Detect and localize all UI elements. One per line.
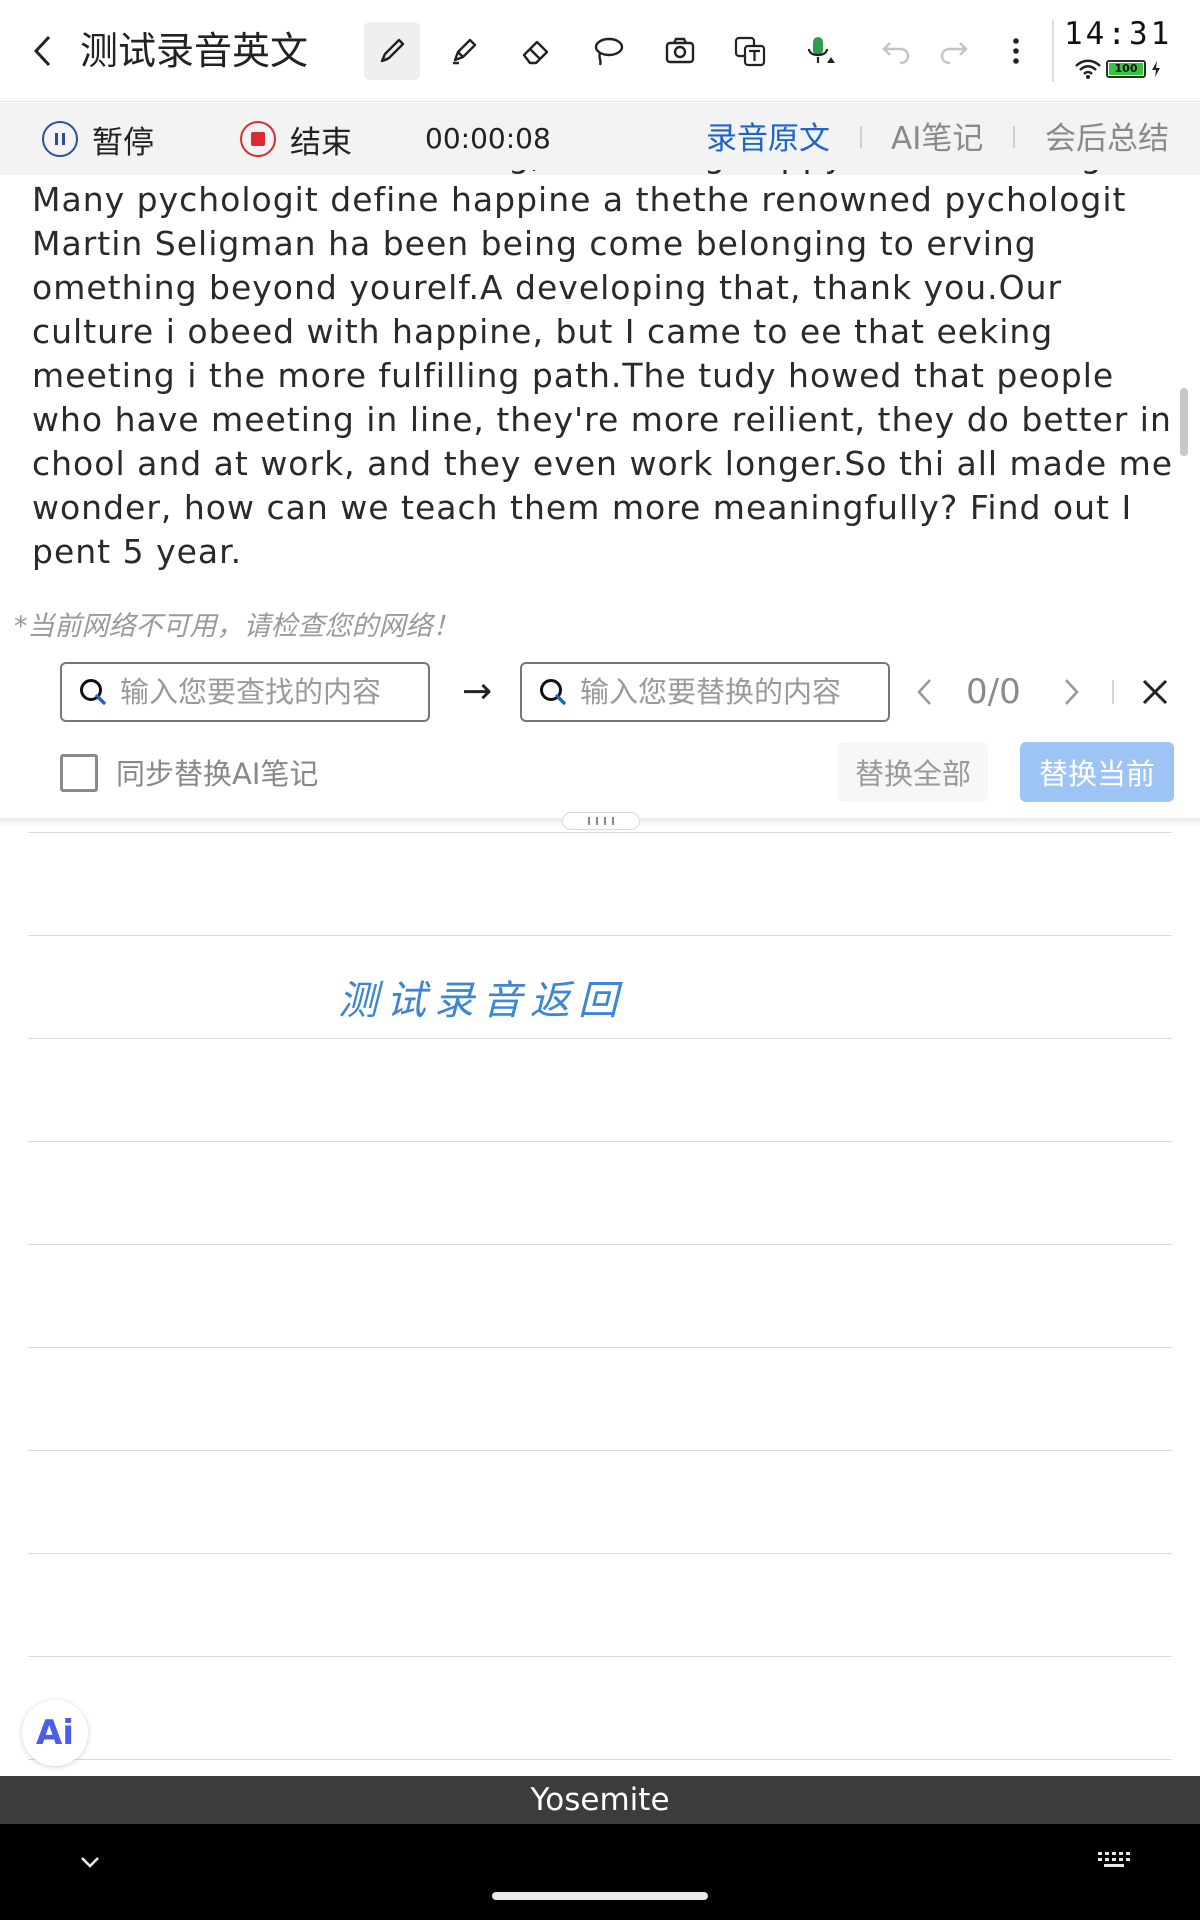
system-navigation-bar — [0, 1824, 1200, 1920]
toolbar-divider — [1052, 20, 1054, 82]
camera-icon — [665, 37, 695, 64]
note-line — [28, 1656, 1172, 1657]
note-line — [28, 1141, 1172, 1142]
panel-drag-handle[interactable] — [562, 812, 640, 830]
note-line — [28, 1450, 1172, 1451]
recording-bar: 暂停 结束 00:00:08 录音原文 AI笔记 会后总结 — [0, 103, 1200, 175]
stop-button[interactable]: 结束 — [240, 115, 352, 163]
replace-arrow-icon: → — [462, 671, 493, 712]
transcript-clipped-line: What makes life worth living, is it bein… — [32, 170, 1182, 178]
note-line — [28, 1244, 1172, 1245]
keyboard-suggestion[interactable]: Yosemite — [0, 1776, 1200, 1824]
chevron-left-icon — [33, 35, 51, 67]
page-title: 测试录音英文 — [80, 29, 309, 73]
close-find-button[interactable] — [1135, 672, 1175, 712]
previous-match-button[interactable] — [904, 670, 944, 714]
charging-icon — [1152, 61, 1160, 77]
undo-button[interactable] — [868, 22, 924, 80]
pause-button[interactable]: 暂停 — [42, 115, 154, 163]
more-icon — [1013, 38, 1019, 64]
match-count: 0/0 — [966, 672, 1021, 712]
note-line — [28, 832, 1172, 833]
chevron-down-icon — [81, 1857, 99, 1868]
ai-assistant-button[interactable]: Ai — [22, 1700, 88, 1766]
close-icon — [1142, 679, 1168, 705]
find-input[interactable] — [120, 675, 410, 709]
tab-summary[interactable]: 会后总结 — [1045, 115, 1169, 163]
transcript-panel[interactable]: What makes life worth living, is it bein… — [32, 170, 1182, 572]
note-line — [28, 1347, 1172, 1348]
tab-divider — [860, 126, 862, 148]
sync-ai-notes-checkbox[interactable] — [60, 754, 98, 792]
mic-icon — [807, 37, 835, 63]
network-warning: *当前网络不可用，请检查您的网络！ — [14, 611, 460, 642]
eraser-icon — [522, 40, 549, 65]
camera-tool-button[interactable] — [652, 22, 708, 80]
back-button[interactable] — [22, 26, 62, 76]
tab-ai-notes[interactable]: AI笔记 — [891, 115, 983, 163]
text-translate-icon — [734, 36, 766, 67]
pause-icon — [42, 121, 78, 157]
find-field[interactable] — [60, 662, 430, 722]
replace-all-button[interactable]: 替换全部 — [838, 742, 988, 802]
hide-keyboard-button[interactable] — [70, 1842, 110, 1882]
more-menu-button[interactable] — [988, 22, 1044, 80]
pen-tool-button[interactable] — [364, 22, 420, 80]
transcript-scrollbar[interactable] — [1180, 388, 1188, 456]
lasso-tool-button[interactable] — [580, 22, 636, 80]
replace-field[interactable] — [520, 662, 890, 722]
lasso-icon — [594, 37, 624, 66]
status-clock: 14:31 — [1064, 16, 1173, 52]
redo-icon — [940, 42, 968, 65]
note-line — [28, 935, 1172, 936]
note-line — [28, 1553, 1172, 1554]
sync-ai-notes-label: 同步替换AI笔记 — [116, 757, 319, 791]
next-match-button[interactable] — [1052, 670, 1092, 714]
search-icon — [80, 679, 106, 705]
battery-level: 100 — [1109, 63, 1143, 75]
replace-current-button[interactable]: 替换当前 — [1020, 742, 1174, 802]
chevron-left-icon — [917, 679, 931, 705]
handwritten-note: 测试录音返回 — [338, 978, 626, 1024]
pen-icon — [380, 38, 405, 63]
chevron-right-icon — [1065, 679, 1079, 705]
replace-input[interactable] — [580, 675, 870, 709]
find-divider — [1112, 680, 1114, 704]
recording-timer: 00:00:08 — [425, 122, 551, 155]
tab-divider — [1013, 126, 1015, 148]
tab-transcript[interactable]: 录音原文 — [706, 115, 830, 163]
redo-button[interactable] — [926, 22, 982, 80]
eraser-tool-button[interactable] — [508, 22, 564, 80]
battery-indicator: 100 — [1106, 60, 1146, 78]
undo-icon — [882, 42, 910, 65]
top-toolbar: 测试录音英文 14:31 100 — [0, 0, 1200, 102]
home-indicator[interactable] — [492, 1892, 708, 1900]
wifi-icon — [1075, 59, 1101, 79]
keyboard-icon[interactable] — [1094, 1846, 1134, 1876]
note-line — [28, 1038, 1172, 1039]
search-icon — [540, 679, 566, 705]
highlighter-tool-button[interactable] — [436, 22, 492, 80]
stop-icon — [240, 121, 276, 157]
note-line — [28, 1759, 1172, 1760]
mic-button[interactable] — [794, 22, 850, 80]
text-recognition-button[interactable] — [722, 22, 778, 80]
pause-label: 暂停 — [92, 124, 154, 161]
transcript-text: Many pychologit define happine a thethe … — [32, 180, 1174, 571]
highlighter-icon — [453, 38, 477, 65]
status-icons: 100 — [1074, 58, 1162, 80]
stop-label: 结束 — [290, 124, 352, 161]
